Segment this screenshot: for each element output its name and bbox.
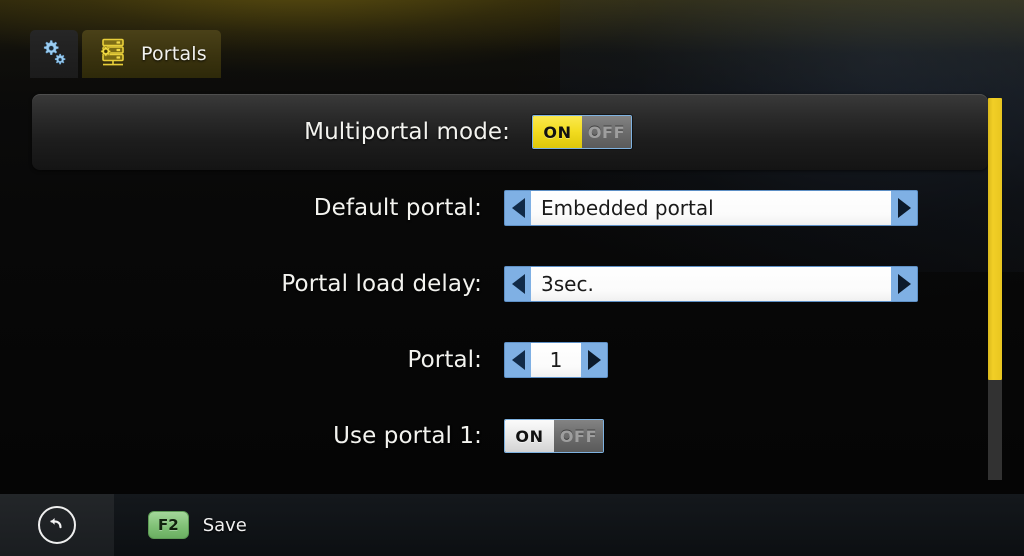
portal-load-delay-value[interactable]: 3sec.: [531, 267, 891, 301]
portal-index-prev-icon[interactable]: [505, 343, 531, 377]
scrollbar[interactable]: [988, 98, 1002, 480]
portal-index-next-icon[interactable]: [581, 343, 607, 377]
portal-index-spinner[interactable]: 1: [504, 342, 608, 378]
tab-settings[interactable]: [30, 30, 78, 78]
row-portal-index-control: 1: [504, 342, 608, 378]
portal-index-value[interactable]: 1: [531, 343, 581, 377]
scrollbar-track[interactable]: [988, 380, 1002, 480]
key-badge-f2[interactable]: F2: [148, 511, 189, 539]
portal-load-delay-prev-icon[interactable]: [505, 267, 531, 301]
row-multiportal-mode-label: Multiportal mode:: [304, 119, 510, 145]
use-portal-1-toggle-on[interactable]: ON: [505, 420, 554, 452]
server-rack-gear-icon: [96, 36, 130, 72]
row-portal-index[interactable]: Portal: 1: [0, 322, 1024, 398]
row-default-portal-control: Embedded portal: [504, 190, 918, 226]
app-screen: Portals Multiportal mode: ON OFF Default…: [0, 0, 1024, 556]
use-portal-1-toggle[interactable]: ON OFF: [504, 419, 604, 453]
multiportal-mode-toggle-on[interactable]: ON: [533, 116, 582, 148]
use-portal-1-toggle-off[interactable]: OFF: [554, 420, 603, 452]
row-use-portal-1[interactable]: Use portal 1: ON OFF: [0, 398, 1024, 474]
back-pane: [0, 494, 114, 556]
hint-pane: F2 Save: [114, 494, 1024, 556]
row-default-portal[interactable]: Default portal: Embedded portal: [0, 170, 1024, 246]
scrollbar-thumb[interactable]: [988, 98, 1002, 380]
tab-portals-label: Portals: [141, 43, 207, 65]
row-portal-load-delay[interactable]: Portal load delay: 3sec.: [0, 246, 1024, 322]
row-multiportal-mode[interactable]: Multiportal mode: ON OFF: [32, 94, 988, 170]
back-button[interactable]: [38, 506, 76, 544]
settings-list: Multiportal mode: ON OFF Default portal:…: [0, 94, 1024, 492]
hint-label-save: Save: [202, 514, 247, 536]
default-portal-spinner[interactable]: Embedded portal: [504, 190, 918, 226]
gears-icon: [39, 37, 69, 71]
default-portal-next-icon[interactable]: [891, 191, 917, 225]
portal-load-delay-next-icon[interactable]: [891, 267, 917, 301]
default-portal-prev-icon[interactable]: [505, 191, 531, 225]
row-portal-load-delay-control: 3sec.: [504, 266, 918, 302]
row-portal-load-delay-label: Portal load delay:: [281, 271, 482, 297]
row-use-portal-1-control: ON OFF: [504, 419, 604, 453]
multiportal-mode-toggle-off[interactable]: OFF: [582, 116, 631, 148]
tab-portals[interactable]: Portals: [82, 30, 221, 78]
multiportal-mode-toggle[interactable]: ON OFF: [532, 115, 632, 149]
bottom-bar: F2 Save: [0, 494, 1024, 556]
row-use-portal-1-label: Use portal 1:: [333, 423, 482, 449]
row-multiportal-mode-control: ON OFF: [532, 115, 632, 149]
back-arrow-icon: [46, 512, 68, 538]
row-default-portal-label: Default portal:: [313, 195, 482, 221]
row-portal-index-label: Portal:: [407, 347, 482, 373]
portal-load-delay-spinner[interactable]: 3sec.: [504, 266, 918, 302]
tab-bar: Portals: [30, 30, 221, 78]
default-portal-value[interactable]: Embedded portal: [531, 191, 891, 225]
